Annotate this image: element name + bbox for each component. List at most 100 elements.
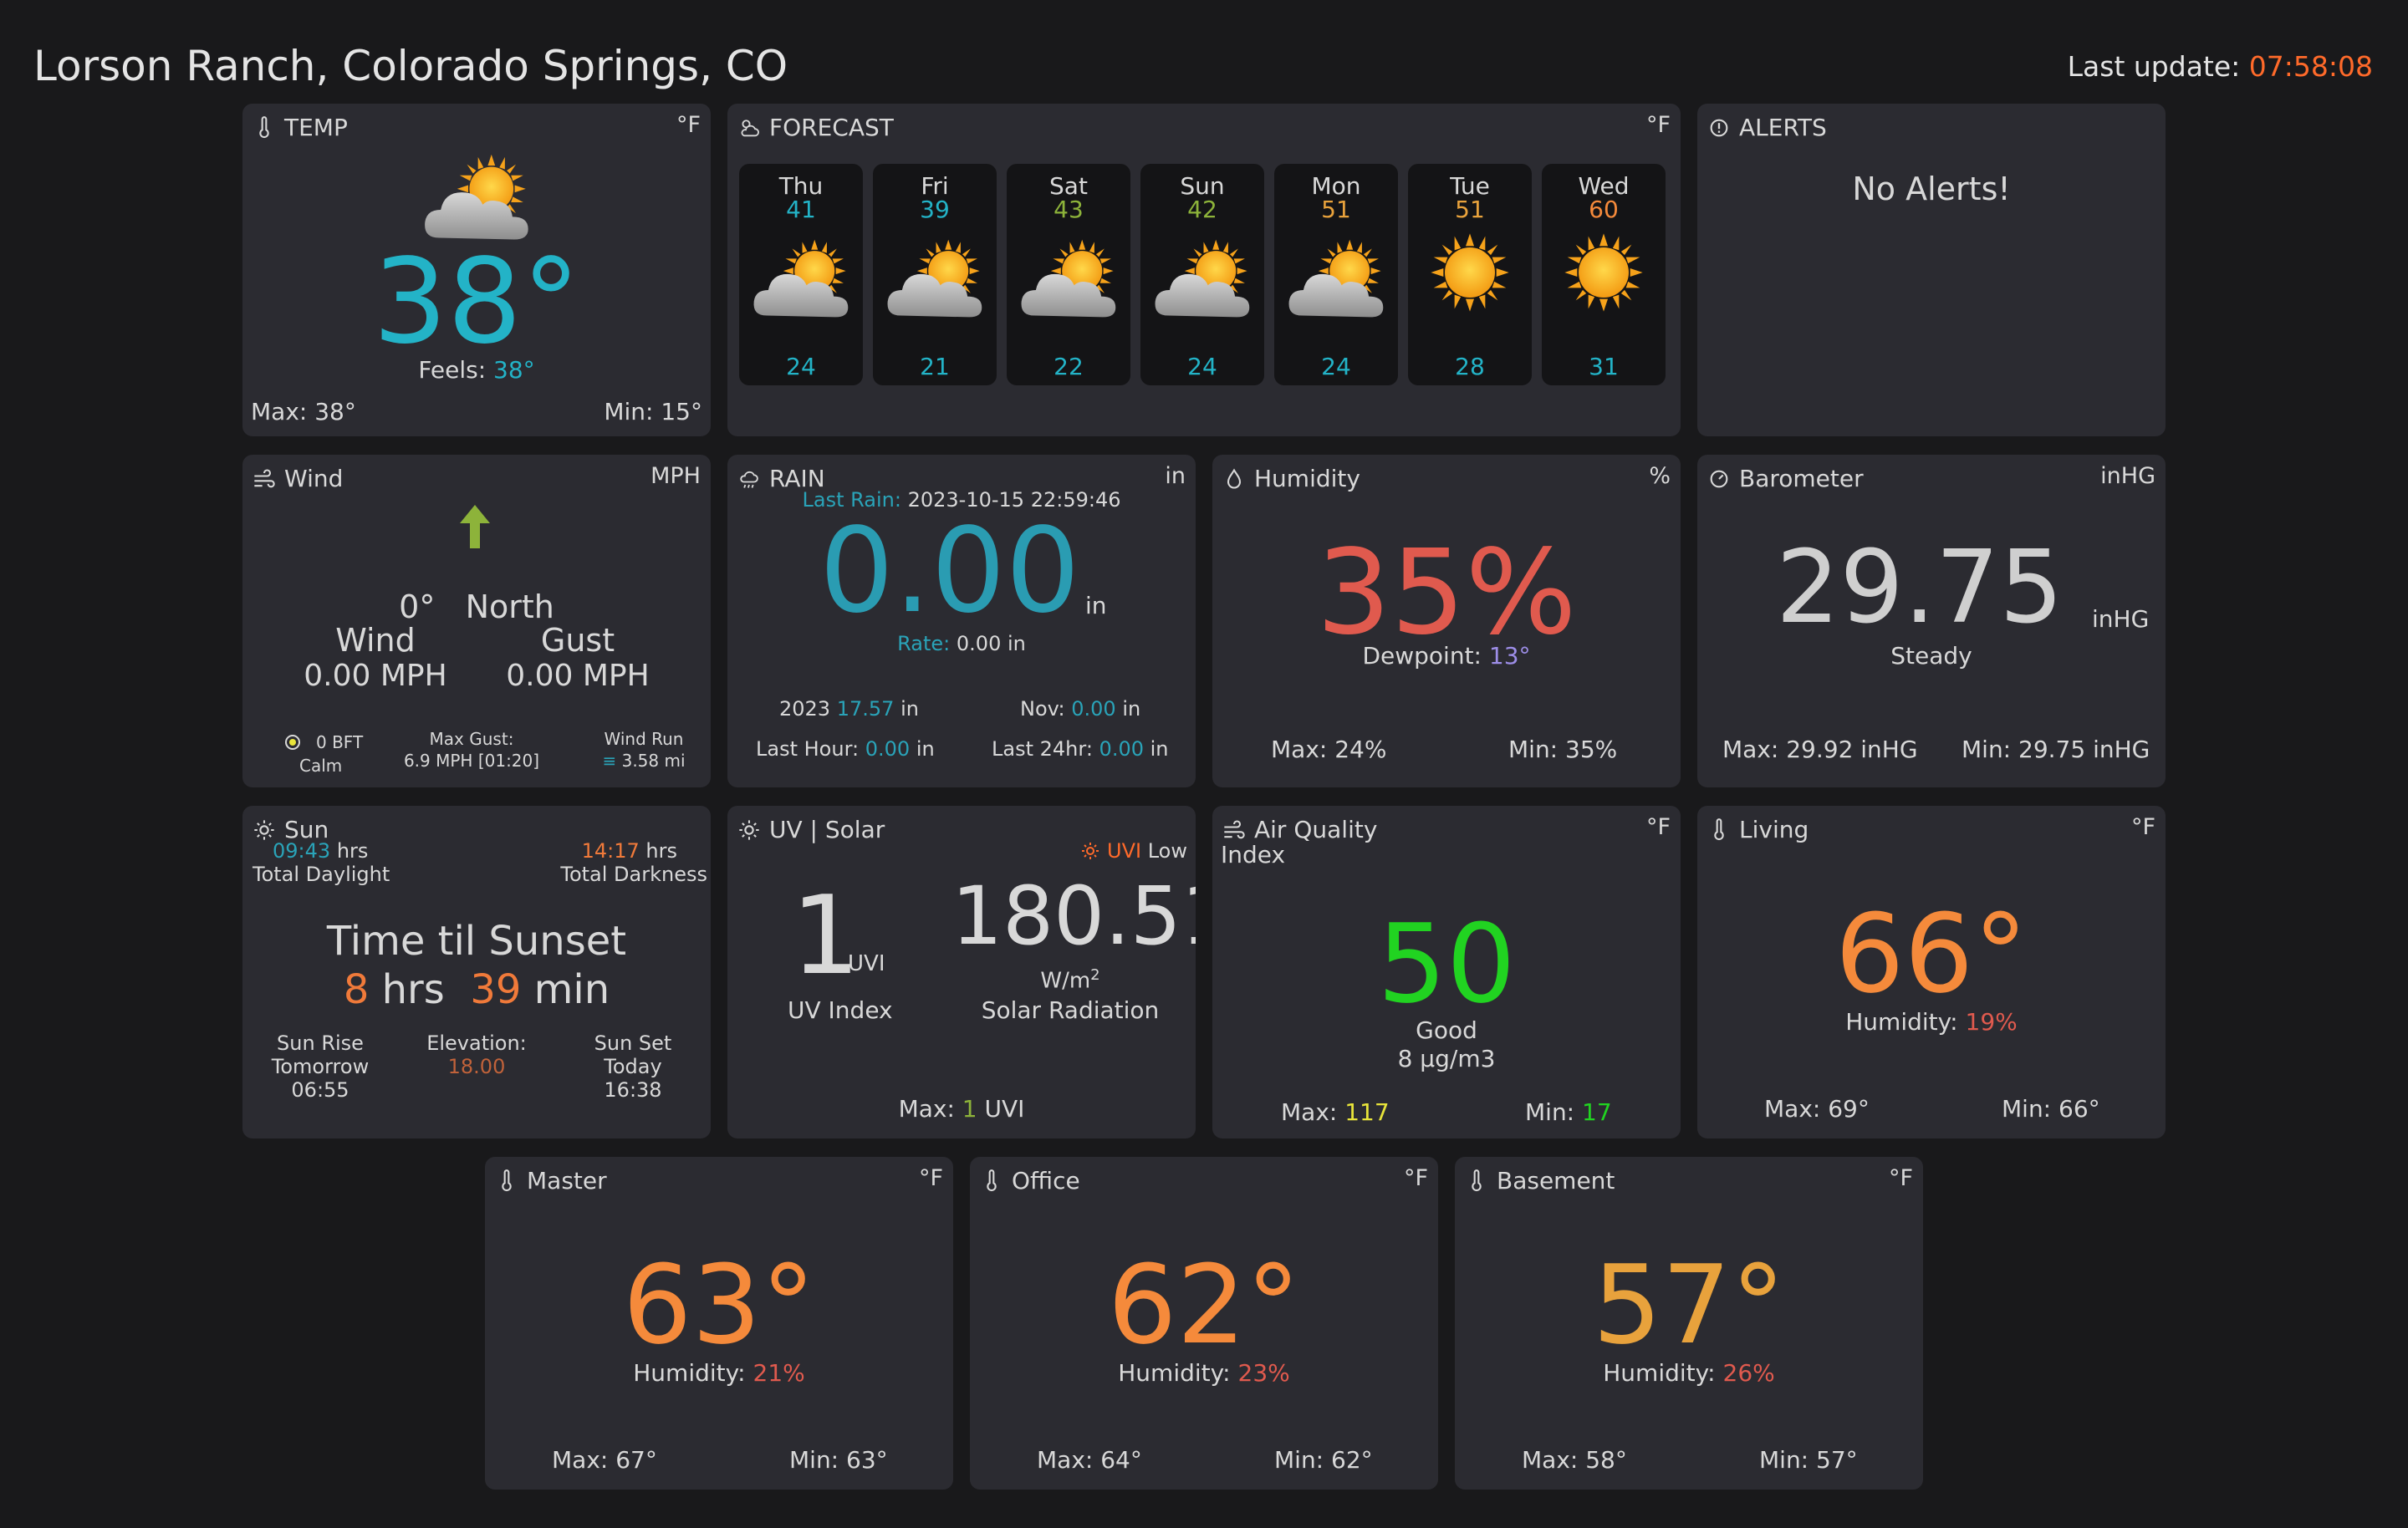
basement-title: Basement [1497,1167,1615,1194]
forecast-day-low: 22 [1054,353,1084,380]
last-update: Last update: 07:58:08 [2068,50,2373,83]
basement-header: Basement [1465,1167,1615,1194]
gust-label: Gust [540,622,615,659]
office-humidity: Humidity: 23% [970,1359,1438,1387]
daylight: 09:43 hrs [273,839,368,863]
uv-card[interactable]: UV | Solar UVI Low 1 UVI UV Index 180.51… [727,806,1196,1138]
rain-rate-label: Rate: [897,632,951,655]
aqi-subtitle: Index [1221,841,1286,868]
sun-card[interactable]: Sun 09:43 hrs Total Daylight 14:17 hrs T… [242,806,711,1138]
rain-rate-value: 0.00 in [956,632,1026,655]
solar-value: 180.51 [951,869,1196,963]
aqi-header: Air Quality [1222,816,1377,843]
wind-card[interactable]: Wind MPH 0° North Wind Gust 0.00 MPH 0.0… [242,455,711,787]
humidity-card[interactable]: Humidity % 35% Dewpoint: 13° Max: 24% Mi… [1212,455,1681,787]
rain-unit: in [1165,463,1186,489]
uv-title: UV | Solar [769,816,885,843]
aqi-max-label: Max: [1281,1098,1338,1126]
bft-desc: Calm [299,756,343,776]
master-humidity: Humidity: 21% [485,1359,953,1387]
rain-month-value: 0.00 [1071,697,1116,721]
forecast-day-low: 31 [1589,353,1619,380]
rain-year-value: 17.57 [836,697,895,721]
living-min: Min: 66° [2002,1095,2100,1123]
thermometer-icon [1714,817,1724,840]
forecast-day[interactable]: Sat 43 22 [1007,164,1130,385]
partly-cloudy-icon [1284,237,1388,325]
aqi-desc: Good [1416,1016,1477,1044]
living-card[interactable]: Living °F 66° Humidity: 19% Max: 69° Min… [1697,806,2166,1138]
bft-value: 0 BFT [316,732,364,752]
office-header: Office [980,1167,1080,1194]
last-update-time: 07:58:08 [2248,50,2373,83]
living-max: Max: 69° [1764,1095,1870,1123]
wind-header: Wind [253,465,343,492]
basement-card[interactable]: Basement °F 57° Humidity: 26% Max: 58° M… [1455,1157,1923,1490]
alerts-message: No Alerts! [1852,171,2011,207]
rain-card[interactable]: RAIN in Last Rain: 2023-10-15 22:59:46 0… [727,455,1196,787]
droplet-icon [1227,467,1242,489]
uv-header: UV | Solar [737,816,885,843]
living-humidity-label: Humidity: [1845,1008,1958,1036]
living-humidity: Humidity: 19% [1697,1008,2166,1036]
forecast-day[interactable]: Wed 60 31 [1542,164,1666,385]
rain-value: 0.00 [819,503,1080,639]
living-header: Living [1707,816,1809,843]
office-card[interactable]: Office °F 62° Humidity: 23% Max: 64° Min… [970,1157,1438,1490]
uv-label: UV Index [788,996,893,1024]
uvi-level: Low [1147,839,1187,863]
aqi-max: Max: 117 [1281,1098,1390,1126]
office-value: 62° [1107,1241,1301,1368]
barometer-max: Max: 29.92 inHG [1722,736,1918,763]
alerts-header: ALERTS [1707,114,1827,141]
alerts-card[interactable]: ALERTS No Alerts! [1697,104,2166,436]
sun-icon [1431,233,1509,312]
forecast-day-low: 24 [1187,353,1217,380]
wind-unit: MPH [650,463,701,489]
basement-unit: °F [1888,1165,1913,1191]
darkness: 14:17 hrs [582,839,677,863]
living-unit: °F [2130,814,2155,840]
master-header: Master [495,1167,607,1194]
wind-direction-deg: 0° [399,588,436,625]
living-title: Living [1739,816,1809,843]
gauge-icon [1710,470,1728,487]
countdown-hrs-unit: hrs [381,966,445,1013]
barometer-value-unit: inHG [2092,605,2150,633]
partly-cloudy-icon [1150,237,1254,325]
aqi-card[interactable]: Air Quality Index °F 50 Good 8 µg/m3 Max… [1212,806,1681,1138]
forecast-day[interactable]: Sun 42 24 [1140,164,1264,385]
last-update-label: Last update: [2067,50,2241,83]
aqi-title: Air Quality [1254,816,1378,843]
forecast-day[interactable]: Fri 39 21 [873,164,997,385]
barometer-value: 29.75 [1776,530,2064,646]
uvi-badge: UVI Low [1080,839,1187,863]
solar-unit: W/m2 [945,966,1196,994]
forecast-day[interactable]: Thu 41 24 [739,164,863,385]
rain-month: Nov: 0.00 in [1020,697,1140,721]
rain-day: Last 24hr: 0.00 in [992,737,1169,761]
basement-max: Max: 58° [1522,1446,1627,1474]
sunset-value: 16:38 [604,1078,662,1102]
master-title: Master [527,1167,607,1194]
solar-label: Solar Radiation [981,996,1160,1024]
forecast-card[interactable]: FORECAST °F Thu 41 24 Fri 39 21 Sat 43 22 Sun 42 24… [727,104,1681,436]
temp-card[interactable]: TEMP °F 38° Feels: 38° Max: 38° Min: 15° [242,104,711,436]
forecast-day[interactable]: Mon 51 24 [1274,164,1398,385]
forecast-day-low: 24 [786,353,816,380]
forecast-day[interactable]: Tue 51 28 [1408,164,1532,385]
darkness-label: Total Darkness [560,863,707,886]
sunrise-value: 06:55 [291,1078,349,1102]
rain-year-unit: in [900,697,919,721]
sunset-countdown: 8 hrs 39 min [242,966,711,1013]
temp-value: 38° [372,234,581,370]
barometer-card[interactable]: Barometer inHG 29.75 inHG Steady Max: 29… [1697,455,2166,787]
master-card[interactable]: Master °F 63° Humidity: 21% Max: 67° Min… [485,1157,953,1490]
rain-cloud-icon [740,471,758,488]
wind-run-value: ≡ 3.58 mi [577,751,711,771]
rain-day-unit: in [1150,737,1169,761]
uv-max: Max: 1 UVI [727,1095,1196,1123]
master-unit: °F [918,1165,943,1191]
living-value: 66° [1834,890,2028,1017]
basement-humidity-value: 26% [1722,1359,1775,1387]
